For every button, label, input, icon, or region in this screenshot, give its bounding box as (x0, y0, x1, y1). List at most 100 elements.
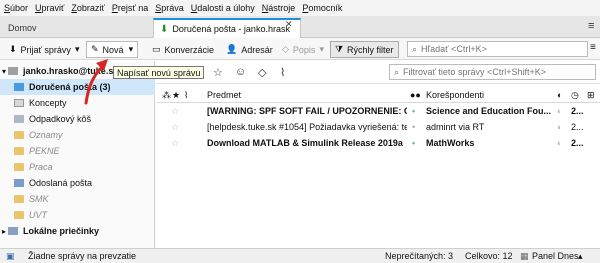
read-status-column-icon[interactable]: ●● (410, 90, 421, 100)
chat-icon: ▭ (152, 44, 161, 54)
correspondents-column-header[interactable]: Korešpondenti (426, 90, 484, 100)
menu-udalosti[interactable]: Udalosti a úlohy (191, 3, 255, 13)
chat-button[interactable]: ▭ Konverzácie (147, 41, 219, 58)
menu-prejst-na[interactable]: Prejsť na (112, 3, 148, 13)
message-from: Science and Education Fou... (426, 106, 552, 116)
junk-column-icon[interactable]: ◐ (557, 90, 562, 100)
folder-icon (14, 163, 24, 171)
star-icon[interactable]: ☆ (171, 122, 179, 133)
contacts-icon: 👤 (226, 44, 238, 54)
folder-icon (14, 195, 24, 203)
tag-icon: ◇ (282, 44, 289, 54)
tab-home[interactable]: Domov (2, 18, 148, 38)
folder-trash[interactable]: Odpadkový kôš (0, 111, 155, 127)
folder-sent-label: Odoslaná pošta (29, 178, 93, 188)
tag-filter-icon[interactable]: ◇ (258, 66, 266, 79)
address-book-label: Adresár (241, 44, 273, 55)
message-subject: [helpdesk.tuke.sk #1054] Požiadavka vyri… (207, 122, 407, 132)
unread-count: Neprečítaných: 3 (385, 251, 454, 261)
attachment-column-icon[interactable]: ⌇ (184, 90, 188, 101)
folder-sent[interactable]: Odoslaná pošta (0, 175, 155, 191)
menu-sprava[interactable]: Správa (155, 3, 184, 13)
local-folders-label: Lokálne priečinky (23, 226, 100, 236)
date-column-icon[interactable]: ◷ (571, 90, 579, 101)
message-list-header: ⁂ ★ ⌇ Predmet ●● Korešpondenti ◐ ◷ ⊞ (157, 88, 600, 103)
star-column-icon[interactable]: ★ (172, 90, 180, 101)
read-dot-icon[interactable]: • (412, 106, 415, 116)
read-dot-icon[interactable]: • (412, 122, 415, 132)
message-subject: [WARNING: SPF SOFT FAIL / UPOZORNENIE: C… (207, 106, 407, 116)
quick-filter-button[interactable]: ⧩ Rýchly filter (330, 41, 399, 58)
calendar-icon: ▦ (520, 251, 529, 261)
folder-uvt[interactable]: UVT (0, 207, 155, 223)
folder-smk[interactable]: SMK (0, 191, 155, 207)
subject-column-header[interactable]: Predmet (207, 90, 241, 100)
junk-icon[interactable]: ◐ (557, 106, 562, 116)
column-picker-icon[interactable]: ⊞ (587, 90, 595, 101)
folder-praca[interactable]: Praca (0, 159, 155, 175)
today-pane-toggle[interactable]: Panel Dnes (532, 251, 579, 261)
folder-icon (14, 147, 24, 155)
filter-input[interactable] (403, 67, 594, 77)
trash-icon (14, 115, 24, 123)
menu-upravit[interactable]: Upraviť (35, 3, 64, 13)
read-dot-icon[interactable]: • (412, 138, 415, 148)
folder-oznamy[interactable]: Oznamy (0, 127, 155, 143)
message-row[interactable]: ☆ [WARNING: SPF SOFT FAIL / UPOZORNENIE:… (157, 104, 600, 119)
tab-home-label: Domov (8, 23, 37, 33)
folder-pekne-label: PEKNE (29, 146, 60, 156)
folder-trash-label: Odpadkový kôš (29, 114, 92, 124)
tab-inbox[interactable]: ⬇ Doručená pošta - janko.hrask (153, 18, 301, 38)
star-filter-icon[interactable]: ☆ (213, 66, 223, 79)
junk-icon[interactable]: ◐ (557, 122, 562, 132)
tag-button[interactable]: ◇ Popis ▾ (277, 41, 329, 58)
message-date: 2... (571, 138, 584, 148)
global-search[interactable]: ⌕ (407, 41, 588, 57)
star-icon[interactable]: ☆ (171, 138, 179, 149)
search-input[interactable] (421, 44, 582, 54)
message-from: MathWorks (426, 138, 475, 148)
chevron-up-icon[interactable]: ▴ (578, 251, 583, 262)
contact-filter-icon[interactable]: ☺ (235, 66, 246, 78)
folder-pekne[interactable]: PEKNE (0, 143, 155, 159)
attachment-filter-icon[interactable]: ⌇ (280, 66, 285, 79)
chevron-down-icon[interactable]: ▾ (319, 44, 324, 55)
menu-pomocnik[interactable]: Pomocník (302, 3, 342, 13)
folder-smk-label: SMK (29, 194, 49, 204)
inbox-icon: ⬇ (160, 23, 169, 35)
menu-subor[interactable]: Súbor (4, 3, 28, 13)
folder-icon (14, 131, 24, 139)
drafts-icon (14, 99, 24, 107)
local-folders-row[interactable]: ▸ Lokálne priečinky (0, 223, 155, 239)
menu-bar: Súbor Upraviť Zobraziť Prejsť na Správa … (0, 0, 600, 16)
tab-bar: Domov ⬇ Doručená pošta - janko.hrask (0, 16, 600, 38)
get-messages-label: Prijať správy (20, 44, 71, 55)
tab-close-icon[interactable]: ✕ (285, 19, 293, 30)
expand-icon[interactable]: ▾ (2, 67, 6, 76)
expand-icon[interactable]: ▸ (2, 227, 6, 236)
total-count: Celkovo: 12 (465, 251, 513, 261)
message-row[interactable]: ☆ [helpdesk.tuke.sk #1054] Požiadavka vy… (157, 120, 600, 135)
menu-zobrazit[interactable]: Zobraziť (71, 3, 104, 13)
message-filter[interactable]: ⌕ (389, 64, 596, 80)
get-messages-button[interactable]: ⬇ Prijať správy ▾ (4, 41, 84, 58)
account-icon (8, 67, 19, 75)
star-icon[interactable]: ☆ (171, 106, 179, 117)
message-date: 2... (571, 106, 584, 116)
thread-column-icon[interactable]: ⁂ (162, 90, 171, 101)
filter-icon: ⧩ (335, 44, 344, 54)
tab-inbox-label: Doručená pošta - janko.hrask (172, 24, 290, 34)
junk-icon[interactable]: ◐ (557, 138, 562, 148)
address-book-button[interactable]: 👤 Adresár (221, 41, 278, 58)
folder-oznamy-label: Oznamy (29, 130, 63, 140)
tag-label: Popis (292, 44, 316, 55)
app-menu-icon[interactable]: ≡ (590, 42, 596, 53)
menu-nastroje[interactable]: Nástroje (262, 3, 296, 13)
computer-icon (8, 227, 19, 235)
folder-praca-label: Praca (29, 162, 53, 172)
folder-uvt-label: UVT (29, 210, 47, 220)
message-row[interactable]: ☆ Download MATLAB & Simulink Release 201… (157, 136, 600, 151)
chevron-down-icon[interactable]: ▾ (75, 44, 80, 55)
folder-drafts-label: Koncepty (29, 98, 67, 108)
tab-menu-icon[interactable]: ≡ (588, 20, 594, 32)
